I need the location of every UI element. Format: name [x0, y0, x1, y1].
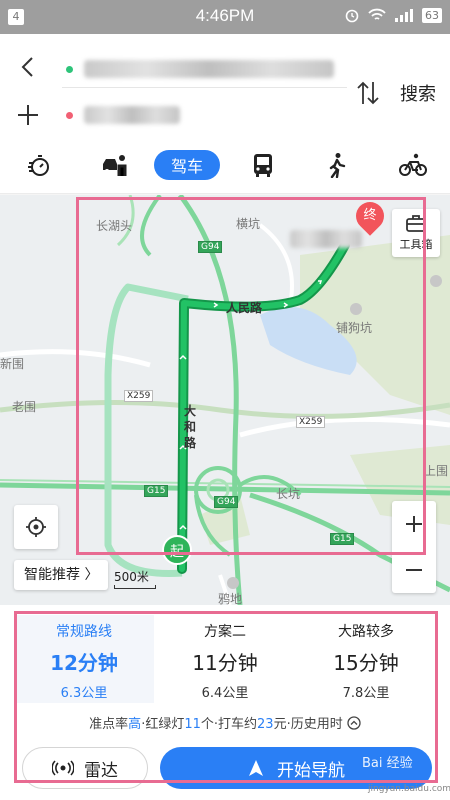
place-label: 上围: [424, 464, 449, 478]
end-dot-icon: [66, 112, 73, 119]
end-location-field[interactable]: [62, 96, 347, 134]
tab-driving[interactable]: 驾车: [154, 150, 220, 180]
status-bar: 4 4:46PM 63: [0, 0, 450, 34]
watermark-brand: Bai 经验: [362, 756, 413, 771]
swap-arrows-icon: [357, 81, 379, 105]
chevron-left-icon: [21, 57, 33, 77]
place-label: 新围: [0, 357, 25, 371]
scale-bar: [114, 585, 156, 589]
back-button[interactable]: [15, 54, 41, 80]
signal-icon: [395, 9, 413, 22]
taxi-person-icon: [103, 155, 127, 176]
tab-bus[interactable]: [248, 150, 278, 180]
place-label: 老围: [12, 400, 37, 414]
start-dot-icon: [66, 66, 73, 73]
status-icons: 63: [344, 7, 442, 23]
bus-icon: [254, 154, 272, 177]
smart-recommend-button[interactable]: 智能推荐 〉: [14, 560, 109, 590]
highlight-frame: [76, 197, 426, 555]
scale-label: 500米: [114, 570, 149, 584]
swap-button[interactable]: [354, 78, 382, 108]
tab-taxi[interactable]: [100, 150, 130, 180]
map-view[interactable]: 长湖头 横坑 新围 老围 铺狗坑 长坑 上围 鸦地 G94 G94 X259 X…: [0, 195, 450, 605]
tab-walk[interactable]: [322, 150, 352, 180]
bike-icon: [399, 153, 427, 176]
stopwatch-icon: [28, 155, 49, 176]
search-button[interactable]: 搜索: [400, 80, 436, 106]
plus-icon: [18, 105, 38, 125]
alarm-icon: [345, 9, 359, 23]
start-location-field[interactable]: [62, 50, 347, 88]
wifi-icon: [368, 8, 386, 20]
walk-icon: [329, 153, 346, 178]
blurred-end-text: [84, 106, 180, 124]
zoom-out-icon[interactable]: [404, 560, 424, 580]
add-waypoint-button[interactable]: [15, 102, 41, 128]
travel-mode-tabs: 驾车: [0, 138, 450, 194]
locate-button[interactable]: [14, 505, 58, 549]
tab-timer[interactable]: [24, 150, 54, 180]
blurred-start-text: [84, 60, 334, 78]
tab-bike[interactable]: [398, 150, 428, 180]
battery-indicator: 63: [422, 7, 442, 23]
crosshair-icon: [26, 517, 46, 537]
watermark-url: jingyan.baidu.com: [368, 784, 450, 794]
place-label: 鸦地: [218, 592, 243, 605]
